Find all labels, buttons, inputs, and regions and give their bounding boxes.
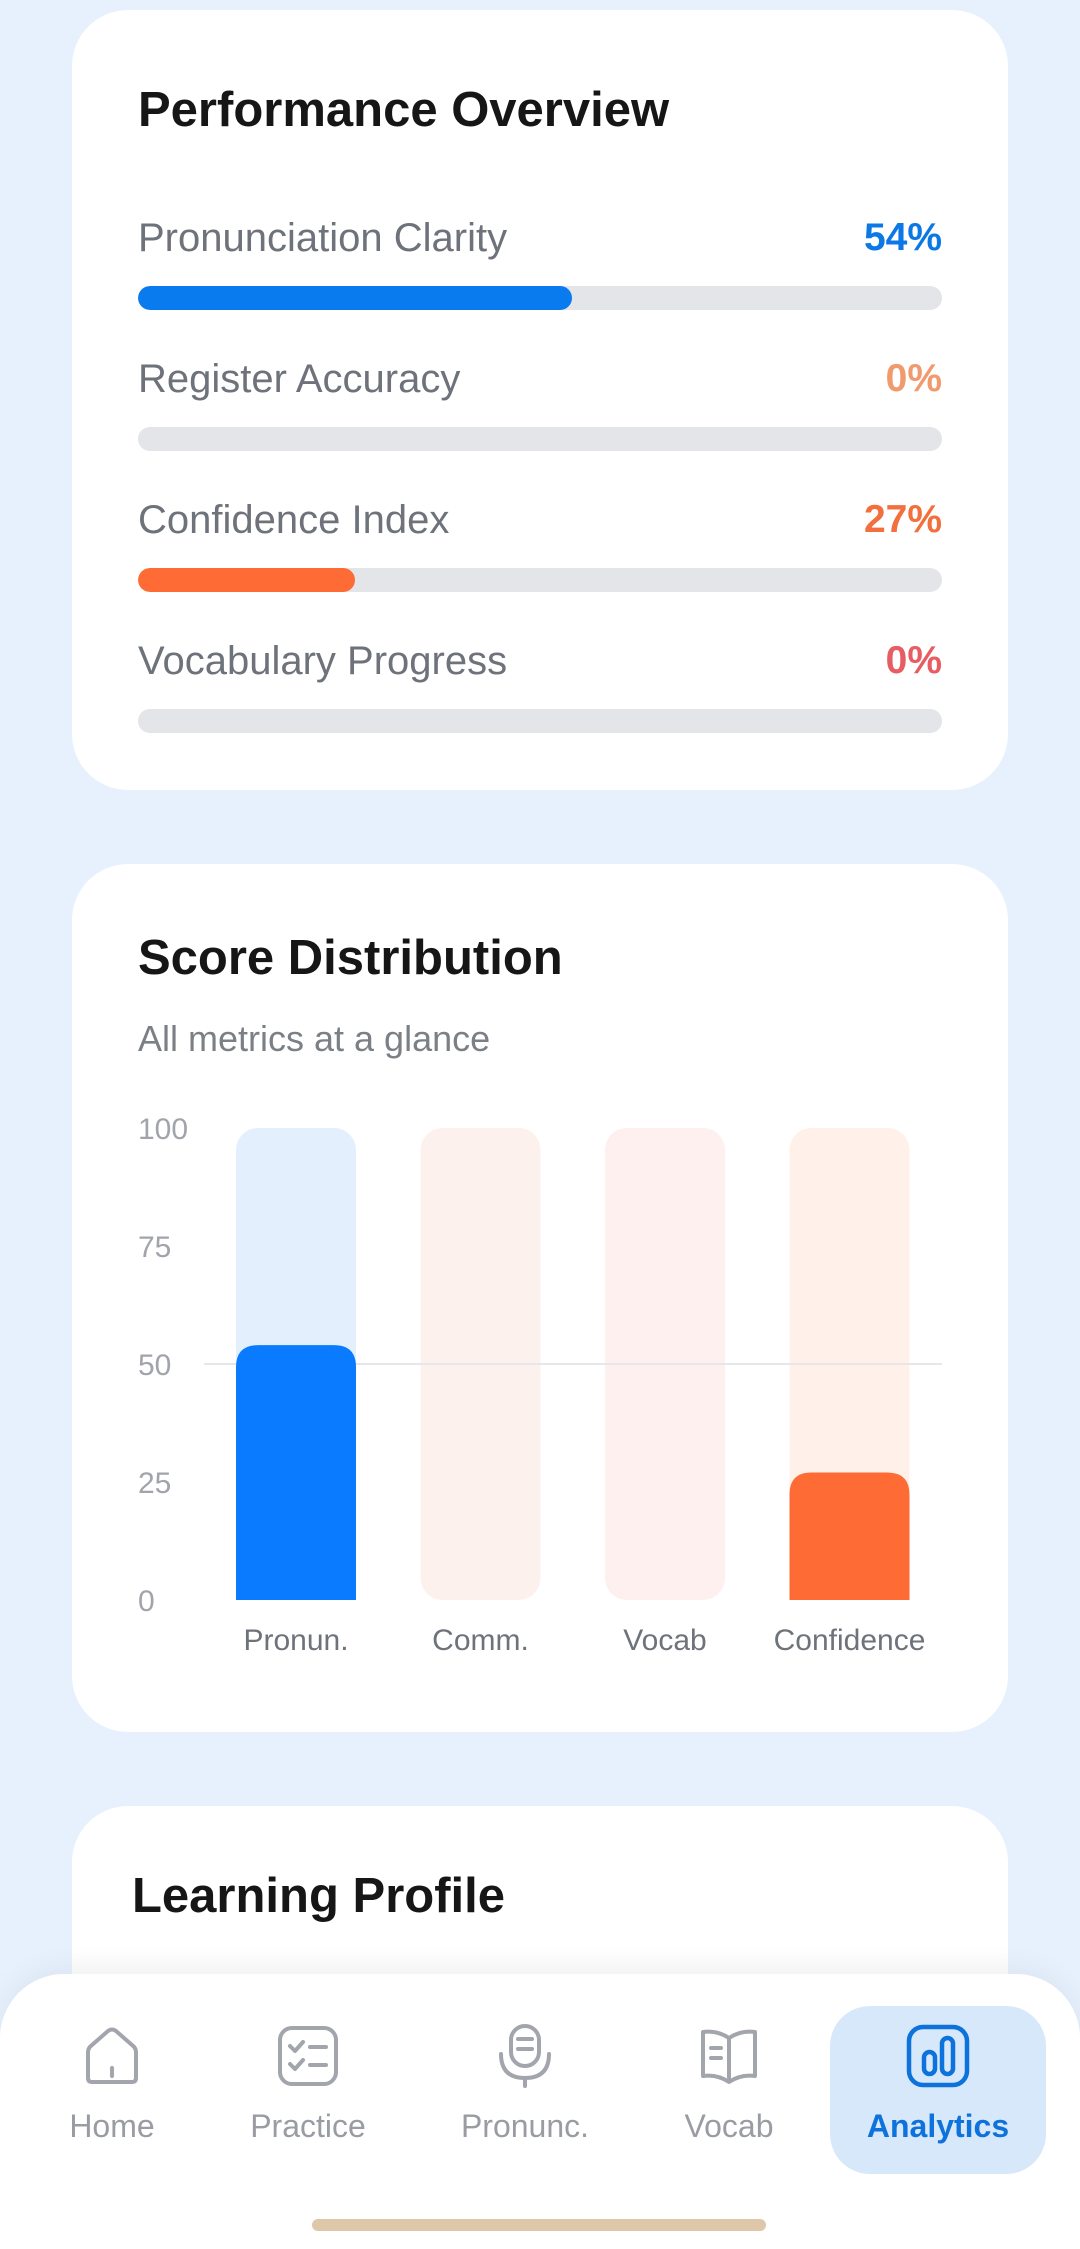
y-tick-label: 75	[138, 1231, 171, 1264]
home-indicator	[312, 2219, 766, 2231]
metric-value: 27%	[863, 498, 942, 541]
metric-value: 0%	[885, 639, 942, 682]
metric-vocabulary-progress: Vocabulary Progress 0%	[138, 639, 942, 749]
microphone-icon	[499, 2024, 551, 2088]
metric-pronunciation-clarity: Pronunciation Clarity 54%	[138, 216, 942, 326]
bar-chart-icon	[906, 2024, 970, 2088]
checklist-icon	[278, 2026, 338, 2086]
performance-overview-title: Performance Overview	[138, 83, 670, 137]
metric-label: Pronunciation Clarity	[138, 216, 508, 260]
metric-confidence-index: Confidence Index 27%	[138, 498, 942, 608]
metric-label: Vocabulary Progress	[138, 639, 508, 683]
x-tick-label: Comm.	[432, 1624, 529, 1657]
metric-register-accuracy: Register Accuracy 0%	[138, 357, 942, 467]
score-distribution-chart: 100 75 50 25 0 Pronun. Comm. Vocab Confidence	[138, 1113, 942, 1657]
nav-practice[interactable]: Practice	[236, 2006, 380, 2174]
progress-track	[138, 568, 942, 592]
metric-value: 0%	[885, 357, 942, 400]
progress-fill	[138, 568, 356, 592]
home-icon	[86, 2027, 138, 2084]
progress-track	[138, 286, 942, 310]
y-tick-label: 25	[138, 1467, 171, 1500]
nav-label: Home	[69, 2108, 155, 2144]
y-tick-label: 50	[138, 1349, 171, 1382]
y-tick-label: 0	[138, 1585, 155, 1618]
x-tick-label: Pronun.	[243, 1624, 348, 1657]
nav-label: Vocab	[684, 2108, 774, 2144]
nav-vocab[interactable]: Vocab	[664, 2006, 794, 2174]
nav-label: Practice	[250, 2108, 366, 2144]
nav-pronunc[interactable]: Pronunc.	[448, 2006, 602, 2174]
metric-label: Register Accuracy	[138, 357, 461, 401]
learning-profile-title: Learning Profile	[132, 1869, 506, 1923]
book-icon	[701, 2029, 757, 2084]
metric-label: Confidence Index	[138, 498, 450, 542]
nav-label: Pronunc.	[460, 2108, 590, 2144]
nav-analytics[interactable]: Analytics	[830, 2006, 1046, 2174]
progress-track	[138, 427, 942, 451]
bar	[789, 1472, 910, 1600]
metric-value: 54%	[863, 216, 942, 259]
performance-overview-card: Performance Overview Pronunciation Clari…	[72, 10, 1008, 790]
progress-track	[138, 709, 942, 733]
score-distribution-card: Score Distribution All metrics at a glan…	[72, 864, 1008, 1732]
nav-label: Analytics	[866, 2108, 1010, 2144]
bottom-navigation: Home Practice Pronunc. Vocab Analytics	[0, 1974, 1080, 2249]
bar	[236, 1345, 356, 1600]
nav-home[interactable]: Home	[44, 2006, 180, 2174]
x-tick-label: Confidence	[774, 1624, 926, 1657]
x-tick-label: Vocab	[623, 1624, 706, 1657]
y-tick-label: 100	[138, 1113, 188, 1146]
progress-fill	[138, 286, 573, 310]
